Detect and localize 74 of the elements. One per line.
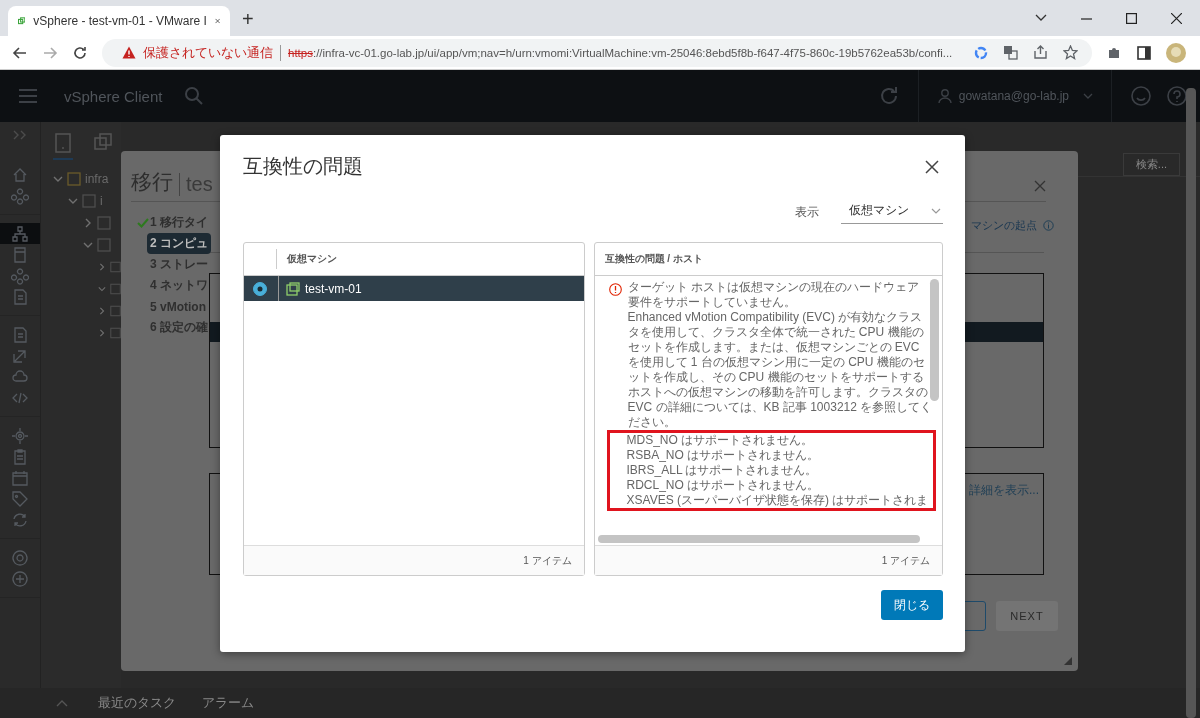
wizard-step[interactable]: 3 ストレー bbox=[147, 254, 211, 275]
share-icon[interactable] bbox=[1033, 45, 1048, 60]
next-button[interactable]: NEXT bbox=[996, 601, 1058, 631]
chevron-down-icon[interactable] bbox=[1035, 14, 1047, 22]
browser-tab[interactable]: vSphere - test-vm-01 - VMware I bbox=[8, 6, 230, 36]
star-icon[interactable] bbox=[1063, 45, 1078, 60]
close-icon[interactable] bbox=[1171, 12, 1182, 24]
vm-icon[interactable] bbox=[53, 132, 73, 160]
resize-grip-icon[interactable] bbox=[1064, 657, 1072, 665]
help-icon[interactable] bbox=[1166, 85, 1188, 107]
item-count: 1 アイテム bbox=[523, 553, 572, 568]
search-field[interactable]: 検索... bbox=[1122, 152, 1180, 176]
new-tab-button[interactable]: + bbox=[242, 8, 254, 31]
view-label: 表示 bbox=[795, 203, 819, 221]
chevron-right-icon[interactable] bbox=[98, 262, 106, 272]
issue-detail: Enhanced vMotion Compatibility (EVC) が有効なクラスタを使用して、クラスタ全体で統一された CPU 機能のセットを作成します。または、仮想マシンごとの EVC を使用して 1 台の仮想マシン用に一定の CPU 機能のセットを作成し、その CPU 機能のセットをサポートするホストへの仮想マシンの移動を許可します。クラスタの EVC の詳細については、KB 記事 1003212 を参照してください。 bbox=[626, 310, 934, 430]
url-text: https://infra-vc-01.go-lab.jp/ui/app/vm;nav=h/urn:vmomi:VirtualMachine:vm-25046:8ebd5f8b-f647-4f75-860c-19b5762ea53b/confi... bbox=[288, 46, 954, 59]
wizard-step[interactable]: 5 vMotion bbox=[147, 297, 209, 316]
panel-tab[interactable]: アラーム bbox=[202, 694, 254, 712]
radio-icon[interactable] bbox=[253, 281, 267, 296]
chevron-up-icon[interactable] bbox=[56, 699, 68, 707]
tab-title: vSphere - test-vm-01 - VMware I bbox=[33, 14, 207, 28]
view-select[interactable]: 仮想マシン bbox=[841, 200, 943, 224]
unsupported-feature: XSAVES (スーパーバイザ状態を保存) はサポートされま bbox=[626, 493, 930, 508]
close-button[interactable]: 閉じる bbox=[881, 590, 943, 620]
column-header: 仮想マシン bbox=[286, 252, 337, 266]
details-link[interactable]: 詳細を表示... bbox=[969, 482, 1039, 499]
unsupported-feature: RDCL_NO はサポートされません。 bbox=[626, 478, 821, 493]
user-menu[interactable]: gowatana@go-lab.jp bbox=[958, 89, 1069, 103]
dialog-title: 互換性の問題 bbox=[243, 154, 363, 179]
info-icon bbox=[1043, 219, 1054, 231]
avatar-icon[interactable] bbox=[1166, 42, 1186, 63]
chevron-right-icon[interactable] bbox=[83, 218, 93, 228]
side-panel-icon[interactable] bbox=[1136, 44, 1152, 61]
maximize-icon[interactable] bbox=[1126, 12, 1137, 24]
column-header: 互換性の問題 / ホスト bbox=[603, 252, 703, 266]
app-title: vSphere Client bbox=[64, 87, 163, 105]
address-bar[interactable]: 保護されていない通信 https://infra-vc-01.go-lab.jp/ui/app/vm;nav=h/urn:vmomi:VirtualMachine:vm-25046:8ebd5f8b-f647-4f75-860c-19b5762ea53b/confi... bbox=[102, 38, 1092, 67]
vm-row[interactable]: test-vm-01 bbox=[244, 276, 584, 301]
hierarchy-icon[interactable] bbox=[0, 223, 40, 244]
search-icon[interactable] bbox=[184, 86, 205, 106]
close-icon[interactable] bbox=[925, 159, 939, 174]
smiley-icon[interactable] bbox=[1130, 85, 1152, 107]
wizard-step[interactable]: 4 ネットワ bbox=[147, 275, 211, 296]
unsupported-feature: IBRS_ALL はサポートされません。 bbox=[626, 463, 819, 478]
vm-icon bbox=[286, 281, 300, 296]
unsupported-feature: MDS_NO はサポートされません。 bbox=[626, 433, 815, 448]
warning-icon bbox=[122, 46, 136, 59]
menu-icon[interactable] bbox=[18, 88, 38, 104]
back-arrow-icon[interactable] bbox=[12, 44, 28, 61]
scrollbar[interactable] bbox=[1186, 88, 1196, 718]
tree-item[interactable]: infra bbox=[85, 172, 109, 186]
security-warning: 保護されていない通信 bbox=[143, 43, 273, 62]
chevron-down-icon bbox=[1083, 93, 1093, 99]
forward-arrow-icon[interactable] bbox=[42, 44, 58, 61]
unsupported-feature: RSBA_NO はサポートされません。 bbox=[626, 448, 821, 463]
translate-icon[interactable] bbox=[1003, 45, 1018, 60]
vm-name: test-vm-01 bbox=[305, 281, 362, 296]
chevron-right-icon[interactable] bbox=[98, 328, 106, 338]
wizard-step[interactable]: 6 設定の確 bbox=[147, 317, 211, 338]
wizard-title: 移行 bbox=[131, 169, 173, 195]
item-count: 1 アイテム bbox=[881, 553, 930, 568]
issue-message: ターゲット ホストは仮想マシンの現在のハードウェア要件をサポートしていません。 bbox=[627, 280, 920, 310]
panel-tab[interactable]: 最近のタスク bbox=[98, 694, 176, 712]
colored-ring-icon[interactable] bbox=[974, 45, 988, 60]
double-chevron-icon[interactable] bbox=[13, 130, 27, 140]
wizard-step[interactable]: 1 移行タイ bbox=[147, 212, 211, 233]
wizard-step[interactable]: 2 コンピュ bbox=[147, 233, 211, 254]
chevron-right-icon[interactable] bbox=[98, 306, 106, 316]
error-icon bbox=[608, 283, 622, 296]
chevron-down-icon bbox=[931, 207, 941, 214]
origin-link[interactable]: マシンの起点 bbox=[971, 217, 1037, 233]
reload-icon[interactable] bbox=[72, 44, 88, 61]
user-icon bbox=[936, 88, 953, 104]
